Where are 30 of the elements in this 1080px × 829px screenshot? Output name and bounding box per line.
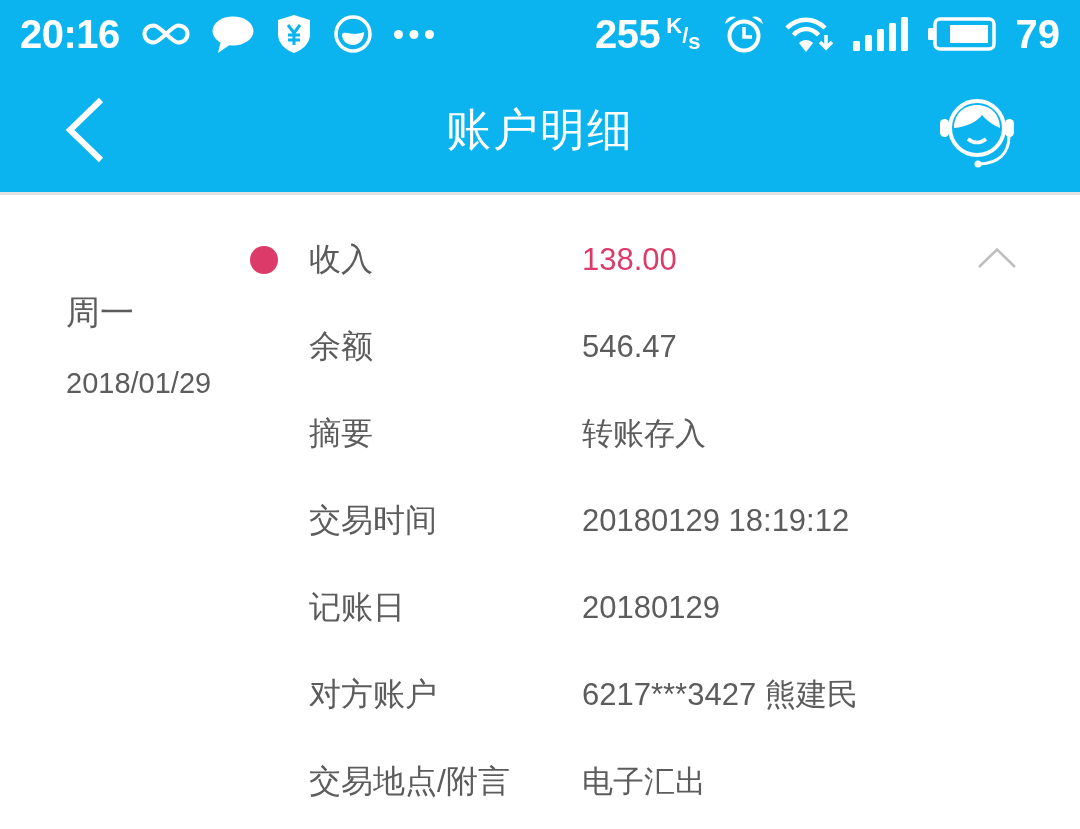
battery-icon xyxy=(927,17,996,51)
page-title: 账户明细 xyxy=(446,103,634,157)
field-label: 记账日 xyxy=(309,587,406,627)
circle-wave-icon xyxy=(333,15,372,53)
field-value: 20180129 18:19:12 xyxy=(582,502,851,539)
alarm-clock-icon xyxy=(722,15,765,53)
field-value: 546.47 xyxy=(582,328,678,365)
field-value: 6217***3427 熊建民 xyxy=(582,675,859,714)
field-value: 转账存入 xyxy=(582,414,707,453)
field-value: 20180129 xyxy=(582,589,721,626)
field-label: 收入 xyxy=(309,239,374,279)
field-label: 摘要 xyxy=(309,413,374,453)
field-label: 余额 xyxy=(309,326,374,366)
date-label: 2018/01/29 xyxy=(66,366,213,401)
chevron-icon[interactable] xyxy=(978,247,1016,268)
chat-bubble-icon xyxy=(211,15,254,53)
field-value: 138.00 xyxy=(582,241,678,278)
signal-bars-icon xyxy=(852,17,908,51)
field-label: 交易地点/附言 xyxy=(309,761,511,801)
weekday-label: 周一 xyxy=(66,292,135,333)
shield-yen-icon xyxy=(275,14,312,54)
more-icon xyxy=(393,29,434,39)
field-label: 对方账户 xyxy=(309,674,438,714)
battery-percent: 79 xyxy=(1015,11,1060,57)
clock-time: 20:16 xyxy=(20,11,120,57)
wifi-icon xyxy=(784,16,833,52)
net-speed-text: 255 xyxy=(595,11,661,57)
infinity-icon xyxy=(141,22,190,46)
field-value: 电子汇出 xyxy=(582,762,707,801)
field-label: 交易时间 xyxy=(309,500,438,540)
